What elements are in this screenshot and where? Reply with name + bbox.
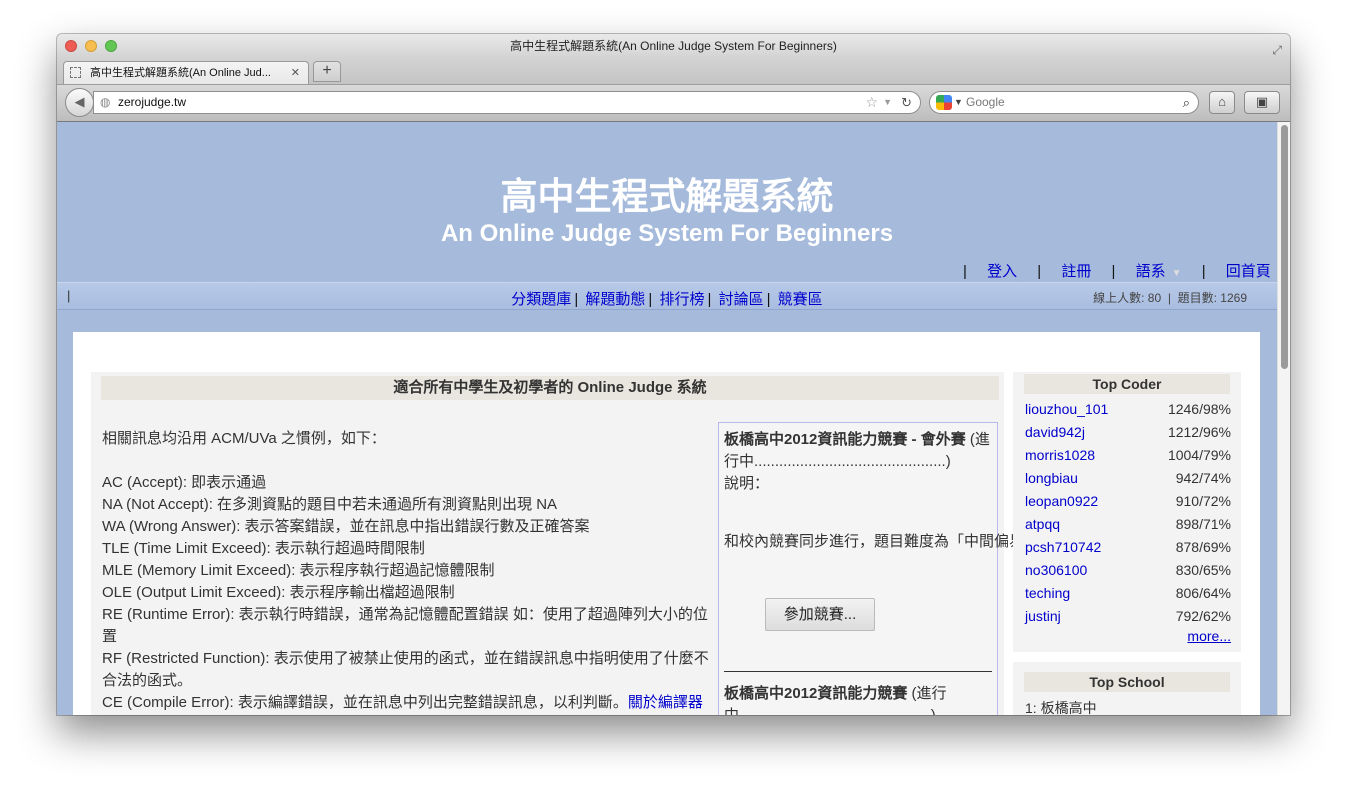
list-item: pcsh710742 878/69% — [1025, 539, 1231, 555]
list-item: liouzhou_101 1246/98% — [1025, 401, 1231, 417]
intro-text: 相關訊息均沿用 ACM/UVa 之慣例，如下： — [102, 430, 386, 447]
top-coder-heading: Top Coder — [1024, 374, 1230, 394]
page-favicon-icon — [70, 67, 81, 78]
coder-link[interactable]: no306100 — [1025, 562, 1087, 578]
tab-label: 高中生程式解題系統(An Online Jud... — [90, 67, 271, 79]
list-item: longbiau 942/74% — [1025, 470, 1231, 486]
login-link[interactable]: 登入 — [987, 263, 1017, 280]
compiler-info-link[interactable]: 關於編譯器 — [628, 694, 703, 711]
browser-window: 高中生程式解題系統(An Online Judge System For Beg… — [57, 34, 1290, 715]
scrollbar-thumb[interactable] — [1281, 125, 1288, 369]
minimize-window-button[interactable] — [85, 40, 97, 52]
list-item: morris1028 1004/79% — [1025, 447, 1231, 463]
contest-desc-label: 說明： — [724, 475, 770, 492]
coder-link[interactable]: justinj — [1025, 608, 1061, 624]
back-button[interactable]: ◀ — [65, 88, 94, 117]
engine-dropdown-icon[interactable]: ▼ — [954, 92, 963, 113]
main-navbar: | 分類題庫 | 解題動態 | 排行榜 | 討論區 | 競賽區 線上人數: 80 | 題… — [57, 282, 1277, 310]
online-count: 線上人數: 80 — [1093, 291, 1162, 305]
list-item: leopan0922 910/72% — [1025, 493, 1231, 509]
more-coders-link[interactable]: more... — [1187, 628, 1231, 644]
chevron-down-icon[interactable]: ▼ — [1172, 268, 1182, 279]
menu-separator: | — [1111, 263, 1116, 280]
coder-link[interactable]: morris1028 — [1025, 447, 1095, 463]
status-na: NA (Not Accept): 在多測資點的題目中若未通過所有測資點則出現 N… — [102, 496, 558, 513]
list-item: atpqq 898/71% — [1025, 516, 1231, 532]
contest-title-2: 板橋高中2012資訊能力競賽 (進行中.....................… — [724, 685, 947, 715]
coder-link[interactable]: david942j — [1025, 424, 1085, 440]
status-tle: TLE (Time Limit Exceed): 表示執行超過時間限制 — [102, 540, 425, 557]
nav-contests[interactable]: 競賽區 — [778, 291, 823, 308]
new-tab-button[interactable]: + — [313, 61, 341, 82]
address-bar[interactable]: ◍ zerojudge.tw ☆ ▼ ↻ — [93, 91, 921, 114]
search-placeholder: Google — [966, 95, 1005, 109]
close-tab-icon[interactable]: ✕ — [291, 62, 300, 84]
main-heading: 適合所有中學生及初學者的 Online Judge 系統 — [101, 376, 999, 400]
language-link[interactable]: 語系 — [1136, 263, 1166, 280]
bookmarks-menu-button[interactable]: ▣ — [1244, 91, 1280, 114]
user-menu: | 登入 | 註冊 | 語系 ▼ | 回首頁 — [963, 260, 1271, 281]
nav-submissions[interactable]: 解題動態 — [585, 291, 645, 308]
globe-icon: ◍ — [100, 95, 111, 109]
contest-box: 板橋高中2012資訊能力競賽 - 會外賽 (進行中...............… — [718, 422, 1197, 715]
search-box[interactable]: ▼ Google ⌕ — [929, 91, 1199, 114]
status-rf: RF (Restricted Function): 表示使用了被禁止使用的函式，… — [102, 650, 709, 689]
zoom-window-button[interactable] — [105, 40, 117, 52]
contest-title: 板橋高中2012資訊能力競賽 - 會外賽 (進行中...............… — [724, 431, 990, 492]
list-item: teching 806/64% — [1025, 585, 1231, 601]
menu-separator: | — [1037, 263, 1042, 280]
top-school-panel: Top School 1: 板橋高中 — [1013, 662, 1241, 715]
tab-zerojudge[interactable]: 高中生程式解題系統(An Online Jud... ✕ — [63, 61, 309, 84]
coder-link[interactable]: atpqq — [1025, 516, 1060, 532]
close-window-button[interactable] — [65, 40, 77, 52]
top-coder-panel: Top Coder liouzhou_101 1246/98% david942j… — [1013, 372, 1241, 652]
reload-icon[interactable]: ↻ — [901, 92, 912, 113]
nav-problems[interactable]: 分類題庫 — [511, 291, 571, 308]
status-mle: MLE (Memory Limit Exceed): 表示程序執行超過記憶體限制 — [102, 562, 495, 579]
list-item: justinj 792/62% — [1025, 608, 1231, 624]
home-link[interactable]: 回首頁 — [1226, 263, 1271, 280]
join-contest-button[interactable]: 參加競賽... — [765, 598, 875, 631]
tab-bar: 高中生程式解題系統(An Online Jud... ✕ + — [57, 58, 1290, 85]
menu-separator: | — [1201, 263, 1206, 280]
google-engine-icon[interactable] — [936, 95, 952, 110]
list-item: 1: 板橋高中 — [1025, 700, 1097, 715]
status-re: RE (Runtime Error): 表示執行時錯誤，通常為記憶體配置錯誤 如… — [102, 606, 708, 645]
problem-count: 題目數: 1269 — [1177, 291, 1247, 305]
status-ac: AC (Accept): 即表示通過 — [102, 474, 267, 491]
bookmark-star-icon[interactable]: ☆ — [865, 92, 878, 113]
main-panel: 適合所有中學生及初學者的 Online Judge 系統 相關訊息均沿用 ACM… — [91, 372, 1197, 715]
coder-link[interactable]: longbiau — [1025, 470, 1078, 486]
status-explanations: 相關訊息均沿用 ACM/UVa 之慣例，如下： AC (Accept): 即表示… — [102, 428, 722, 714]
page-scrollbar[interactable] — [1277, 122, 1290, 715]
search-icon[interactable]: ⌕ — [1183, 92, 1190, 113]
contest-divider — [724, 671, 992, 672]
window-title: 高中生程式解題系統(An Online Judge System For Beg… — [510, 39, 837, 53]
top-school-heading: Top School — [1024, 672, 1230, 692]
site-title: 高中生程式解題系統 — [500, 174, 834, 218]
status-ce: CE (Compile Error): 表示編譯錯誤，並在訊息中列出完整錯誤訊息… — [102, 694, 703, 711]
status-wa: WA (Wrong Answer): 表示答案錯誤，並在訊息中指出錯誤行數及正確… — [102, 518, 590, 535]
register-link[interactable]: 註冊 — [1061, 263, 1091, 280]
content-area: 適合所有中學生及初學者的 Online Judge 系統 相關訊息均沿用 ACM… — [73, 332, 1260, 715]
coder-link[interactable]: teching — [1025, 585, 1070, 601]
nav-toolbar: ◍ zerojudge.tw ☆ ▼ ↻ ◀ ▼ Google ⌕ ⌂ ▣ — [57, 85, 1290, 122]
title-bar: 高中生程式解題系統(An Online Judge System For Beg… — [57, 34, 1290, 58]
page-viewport: 高中生程式解題系統 An Online Judge System For Beg… — [57, 122, 1277, 715]
nav-ranking[interactable]: 排行榜 — [659, 291, 704, 308]
nav-forum[interactable]: 討論區 — [719, 291, 764, 308]
coder-link[interactable]: pcsh710742 — [1025, 539, 1101, 555]
coder-link[interactable]: leopan0922 — [1025, 493, 1098, 509]
menu-separator: | — [963, 263, 967, 280]
list-item: no306100 830/65% — [1025, 562, 1231, 578]
site-subtitle: An Online Judge System For Beginners — [440, 220, 894, 247]
home-button[interactable]: ⌂ — [1209, 91, 1235, 114]
coder-link[interactable]: liouzhou_101 — [1025, 401, 1108, 417]
coder-list: liouzhou_101 1246/98% david942j 1212/96% m… — [1025, 398, 1231, 628]
site-stats: 線上人數: 80 | 題目數: 1269 — [1093, 291, 1247, 305]
url-text: zerojudge.tw — [118, 95, 187, 109]
history-dropdown-icon[interactable]: ▼ — [883, 92, 892, 113]
status-ole: OLE (Output Limit Exceed): 表示程序輸出檔超過限制 — [102, 584, 455, 601]
list-item: david942j 1212/96% — [1025, 424, 1231, 440]
